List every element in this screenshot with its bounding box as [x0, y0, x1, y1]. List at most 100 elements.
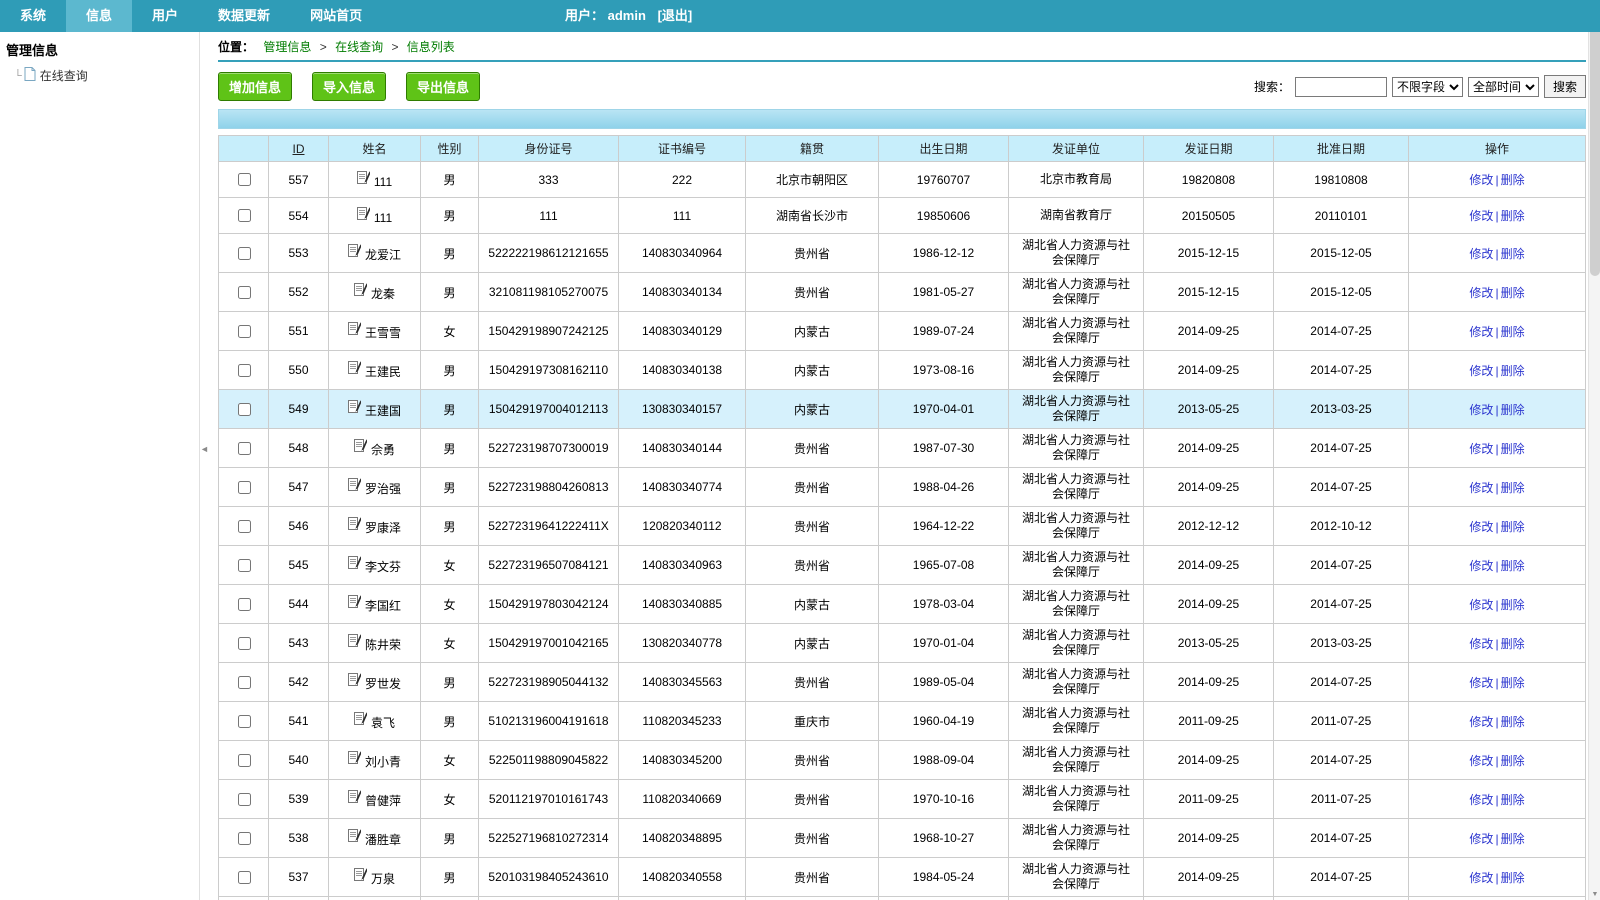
row-checkbox[interactable]	[238, 520, 251, 533]
edit-note-icon[interactable]	[348, 243, 361, 260]
row-checkbox[interactable]	[238, 247, 251, 260]
row-checkbox[interactable]	[238, 403, 251, 416]
edit-note-icon[interactable]	[348, 633, 361, 650]
row-checkbox[interactable]	[238, 871, 251, 884]
delete-link[interactable]: 删除	[1501, 364, 1525, 378]
edit-link[interactable]: 修改	[1469, 209, 1493, 223]
edit-link[interactable]: 修改	[1469, 403, 1493, 417]
row-checkbox[interactable]	[238, 793, 251, 806]
delete-link[interactable]: 删除	[1501, 715, 1525, 729]
edit-link[interactable]: 修改	[1469, 637, 1493, 651]
header-id[interactable]: ID	[269, 136, 329, 162]
edit-note-icon[interactable]	[354, 711, 367, 728]
row-checkbox[interactable]	[238, 173, 251, 186]
edit-link[interactable]: 修改	[1469, 481, 1493, 495]
edit-link[interactable]: 修改	[1469, 793, 1493, 807]
edit-link[interactable]: 修改	[1469, 754, 1493, 768]
edit-link[interactable]: 修改	[1469, 364, 1493, 378]
nav-item-system[interactable]: 系统	[0, 0, 66, 32]
scroll-down-icon[interactable]: ▼	[1590, 891, 1600, 898]
edit-link[interactable]: 修改	[1469, 247, 1493, 261]
delete-link[interactable]: 删除	[1501, 832, 1525, 846]
edit-link[interactable]: 修改	[1469, 676, 1493, 690]
edit-note-icon[interactable]	[348, 828, 361, 845]
row-checkbox[interactable]	[238, 559, 251, 572]
edit-note-icon[interactable]	[354, 438, 367, 455]
search-button[interactable]: 搜索	[1544, 75, 1586, 98]
row-checkbox[interactable]	[238, 715, 251, 728]
nav-item-site-home[interactable]: 网站首页	[290, 0, 382, 32]
edit-note-icon[interactable]	[348, 789, 361, 806]
row-checkbox[interactable]	[238, 364, 251, 377]
row-checkbox[interactable]	[238, 442, 251, 455]
breadcrumb-prefix: 位置：	[218, 40, 254, 54]
edit-link[interactable]: 修改	[1469, 325, 1493, 339]
edit-link[interactable]: 修改	[1469, 715, 1493, 729]
nav-item-data-update[interactable]: 数据更新	[198, 0, 290, 32]
edit-link[interactable]: 修改	[1469, 832, 1493, 846]
row-checkbox[interactable]	[238, 832, 251, 845]
field-select[interactable]: 不限字段	[1392, 77, 1463, 97]
edit-note-icon[interactable]	[354, 282, 367, 299]
edit-note-icon[interactable]	[348, 360, 361, 377]
nav-item-users[interactable]: 用户	[132, 0, 198, 32]
row-checkbox[interactable]	[238, 481, 251, 494]
row-checkbox[interactable]	[238, 209, 251, 222]
row-checkbox[interactable]	[238, 754, 251, 767]
delete-link[interactable]: 删除	[1501, 325, 1525, 339]
add-info-button[interactable]: 增加信息	[218, 72, 292, 101]
search-input[interactable]	[1295, 77, 1387, 97]
vertical-scrollbar[interactable]: ▲ ▼	[1588, 0, 1600, 900]
edit-link[interactable]: 修改	[1469, 286, 1493, 300]
edit-note-icon[interactable]	[348, 750, 361, 767]
edit-note-icon[interactable]	[357, 206, 370, 223]
edit-note-icon[interactable]	[354, 867, 367, 884]
edit-link[interactable]: 修改	[1469, 520, 1493, 534]
scrollbar-thumb[interactable]	[1590, 16, 1600, 276]
delete-link[interactable]: 删除	[1501, 559, 1525, 573]
delete-link[interactable]: 删除	[1501, 754, 1525, 768]
nav-item-info[interactable]: 信息	[66, 0, 132, 32]
breadcrumb-link-online-query[interactable]: 在线查询	[335, 40, 383, 54]
edit-link[interactable]: 修改	[1469, 559, 1493, 573]
delete-link[interactable]: 删除	[1501, 637, 1525, 651]
breadcrumb-link-manage-info[interactable]: 管理信息	[263, 40, 311, 54]
edit-note-icon[interactable]	[348, 477, 361, 494]
edit-note-icon[interactable]	[348, 321, 361, 338]
delete-link[interactable]: 删除	[1501, 286, 1525, 300]
row-checkbox[interactable]	[238, 286, 251, 299]
edit-link[interactable]: 修改	[1469, 871, 1493, 885]
row-checkbox[interactable]	[238, 637, 251, 650]
edit-link[interactable]: 修改	[1469, 442, 1493, 456]
delete-link[interactable]: 删除	[1501, 871, 1525, 885]
row-checkbox[interactable]	[238, 598, 251, 611]
logout-link[interactable]: [退出]	[658, 8, 693, 23]
row-checkbox[interactable]	[238, 676, 251, 689]
delete-link[interactable]: 删除	[1501, 598, 1525, 612]
delete-link[interactable]: 删除	[1501, 676, 1525, 690]
delete-link[interactable]: 删除	[1501, 173, 1525, 187]
edit-link[interactable]: 修改	[1469, 173, 1493, 187]
delete-link[interactable]: 删除	[1501, 481, 1525, 495]
edit-note-icon[interactable]	[348, 555, 361, 572]
edit-note-icon[interactable]	[348, 594, 361, 611]
delete-link[interactable]: 删除	[1501, 209, 1525, 223]
edit-note-icon[interactable]	[348, 399, 361, 416]
delete-link[interactable]: 删除	[1501, 247, 1525, 261]
document-icon	[24, 67, 36, 84]
edit-note-icon[interactable]	[348, 672, 361, 689]
export-info-button[interactable]: 导出信息	[406, 72, 480, 101]
edit-link[interactable]: 修改	[1469, 598, 1493, 612]
edit-note-icon[interactable]	[348, 516, 361, 533]
sidebar-item-online-query[interactable]: └ 在线查询	[6, 67, 193, 84]
time-select[interactable]: 全部时间	[1468, 77, 1539, 97]
delete-link[interactable]: 删除	[1501, 442, 1525, 456]
collapse-sidebar-icon[interactable]: ◄	[200, 444, 209, 454]
import-info-button[interactable]: 导入信息	[312, 72, 386, 101]
row-checkbox[interactable]	[238, 325, 251, 338]
edit-note-icon[interactable]	[357, 170, 370, 187]
delete-link[interactable]: 删除	[1501, 793, 1525, 807]
delete-link[interactable]: 删除	[1501, 403, 1525, 417]
panel-splitter[interactable]: ◄	[200, 32, 216, 900]
delete-link[interactable]: 删除	[1501, 520, 1525, 534]
